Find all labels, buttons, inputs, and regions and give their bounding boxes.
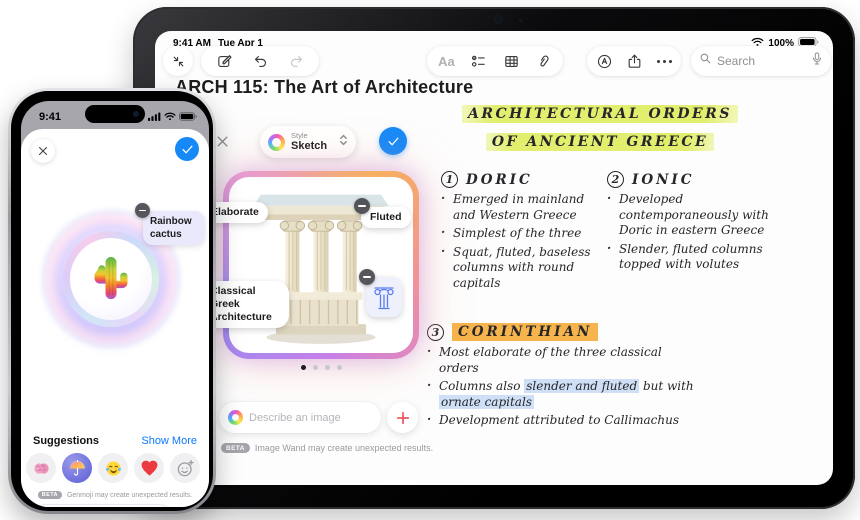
corinthian-bullet: Most elaborate of the three classical or… bbox=[427, 344, 702, 376]
markup-pencil-icon[interactable] bbox=[591, 48, 617, 74]
genmoji-bubble bbox=[63, 231, 159, 327]
rainbow-cactus-genmoji bbox=[94, 257, 128, 300]
notes-section-corinthian: 3 CORINTHIAN Most elaborate of the three … bbox=[427, 323, 737, 432]
doric-bullet: Simplest of the three bbox=[441, 225, 603, 242]
image-carousel-dots[interactable] bbox=[223, 365, 419, 370]
ipad-screen: 9:41 AM Tue Apr 1 100% Aa Search ARCH 11… bbox=[155, 31, 833, 485]
corinthian-title: CORINTHIAN bbox=[452, 323, 599, 341]
style-value: Sketch bbox=[291, 140, 328, 153]
ionic-bullet: Slender, fluted columns topped with volu… bbox=[607, 241, 793, 273]
iphone-clock: 9:41 bbox=[39, 111, 62, 123]
suggestion-brain-emoji[interactable] bbox=[26, 453, 56, 483]
notes-section-doric: 1 DORIC Emerged in mainland and Western G… bbox=[441, 171, 603, 295]
column-sketch-icon bbox=[374, 287, 394, 310]
beta-badge: BETA bbox=[221, 443, 250, 453]
ionic-number: 2 bbox=[607, 171, 624, 188]
corinthian-bullet: Columns also slender and fluted but with… bbox=[427, 378, 702, 410]
notes-heading-line1: ARCHITECTURAL ORDERS bbox=[455, 105, 745, 123]
image-wand-beta-disclaimer: BETA Image Wand may create unexpected re… bbox=[221, 443, 433, 453]
format-toolbar-group: Aa bbox=[427, 46, 563, 76]
iphone-screen: 9:41 Rainbow cactus Suggestions Show Mor… bbox=[21, 101, 209, 507]
image-wand-accept-button[interactable] bbox=[379, 127, 407, 155]
notes-heading-line2: OF ANCIENT GREECE bbox=[455, 133, 745, 151]
note-title: ARCH 115: The Art of Architecture bbox=[175, 77, 474, 97]
doric-number: 1 bbox=[441, 171, 458, 188]
person-picker-button[interactable] bbox=[177, 505, 206, 507]
doric-bullet: Emerged in mainland and Western Greece bbox=[441, 191, 603, 223]
iphone-device: 9:41 Rainbow cactus Suggestions Show Mor… bbox=[8, 88, 216, 514]
attachment-icon[interactable] bbox=[531, 48, 557, 74]
compose-icon[interactable] bbox=[211, 48, 237, 74]
scene: 9:41 AM Tue Apr 1 100% Aa Search ARCH 11… bbox=[0, 0, 860, 520]
dictation-mic-icon[interactable] bbox=[811, 52, 823, 71]
collapse-toolbar-button[interactable] bbox=[163, 46, 193, 76]
corinthian-number: 3 bbox=[427, 323, 444, 341]
notes-section-ionic: 2 IONIC Developed contemporaneously with … bbox=[607, 171, 793, 276]
suggestions-header: Suggestions Show More bbox=[33, 435, 197, 447]
wifi-icon bbox=[164, 108, 176, 126]
more-options-icon[interactable] bbox=[651, 48, 677, 74]
table-icon[interactable] bbox=[498, 48, 524, 74]
ionic-bullet: Developed contemporaneously with Doric i… bbox=[607, 191, 793, 239]
battery-icon bbox=[179, 108, 197, 126]
search-input[interactable] bbox=[717, 54, 806, 68]
ipad-device: 9:41 AM Tue Apr 1 100% Aa Search ARCH 11… bbox=[133, 7, 855, 509]
doric-bullet: Squat, fluted, baseless columns with rou… bbox=[441, 244, 603, 292]
ipad-front-camera bbox=[495, 16, 502, 23]
tools-toolbar-group bbox=[587, 46, 681, 76]
describe-image-input[interactable] bbox=[249, 411, 372, 424]
image-wand-sparkle-icon bbox=[228, 410, 243, 425]
chevron-up-down-icon bbox=[339, 133, 348, 152]
tag-rainbow-cactus[interactable]: Rainbow cactus bbox=[143, 211, 205, 245]
generated-image-card[interactable] bbox=[223, 171, 419, 359]
dynamic-island bbox=[85, 105, 145, 123]
suggestion-laughing-tears-emoji[interactable] bbox=[98, 453, 128, 483]
corinthian-bullet: Development attributed to Callimachus bbox=[427, 412, 702, 429]
add-image-button[interactable] bbox=[387, 402, 418, 433]
remove-fluted-tag-button[interactable] bbox=[354, 198, 370, 214]
cellular-signal-icon bbox=[148, 108, 161, 126]
remove-rainbow-cactus-tag-button[interactable] bbox=[135, 203, 150, 218]
beta-badge: BETA bbox=[37, 491, 62, 499]
genmoji-accept-button[interactable] bbox=[175, 137, 199, 161]
text-format-button[interactable]: Aa bbox=[433, 48, 459, 74]
genmoji-sheet: Rainbow cactus Suggestions Show More BET… bbox=[21, 129, 209, 507]
share-icon[interactable] bbox=[621, 48, 647, 74]
search-icon bbox=[699, 52, 712, 70]
show-more-link[interactable]: Show More bbox=[141, 435, 197, 447]
suggestion-red-heart-emoji[interactable] bbox=[134, 453, 164, 483]
remove-reference-image-button[interactable] bbox=[359, 269, 375, 285]
genmoji-beta-disclaimer: BETA Genmoji may create unexpected resul… bbox=[21, 491, 209, 499]
undo-icon[interactable] bbox=[247, 48, 273, 74]
redo-icon[interactable] bbox=[283, 48, 309, 74]
describe-genmoji-field bbox=[31, 505, 173, 507]
doric-title: DORIC bbox=[466, 171, 533, 188]
add-emoji-icon[interactable] bbox=[170, 453, 200, 483]
style-label: Style bbox=[291, 130, 308, 140]
edit-toolbar-group bbox=[201, 46, 319, 76]
suggestion-rainbow-umbrella-genmoji[interactable] bbox=[62, 453, 92, 483]
emoji-suggestions-row bbox=[21, 453, 209, 483]
suggestions-label: Suggestions bbox=[33, 435, 100, 447]
describe-image-field bbox=[219, 402, 381, 433]
image-playground-swirl-icon bbox=[268, 133, 285, 151]
style-picker[interactable]: Style Sketch bbox=[260, 126, 356, 158]
genmoji-close-icon[interactable] bbox=[31, 139, 55, 163]
ionic-title: IONIC bbox=[632, 171, 695, 188]
search-field bbox=[691, 46, 831, 76]
checklist-icon[interactable] bbox=[466, 48, 492, 74]
